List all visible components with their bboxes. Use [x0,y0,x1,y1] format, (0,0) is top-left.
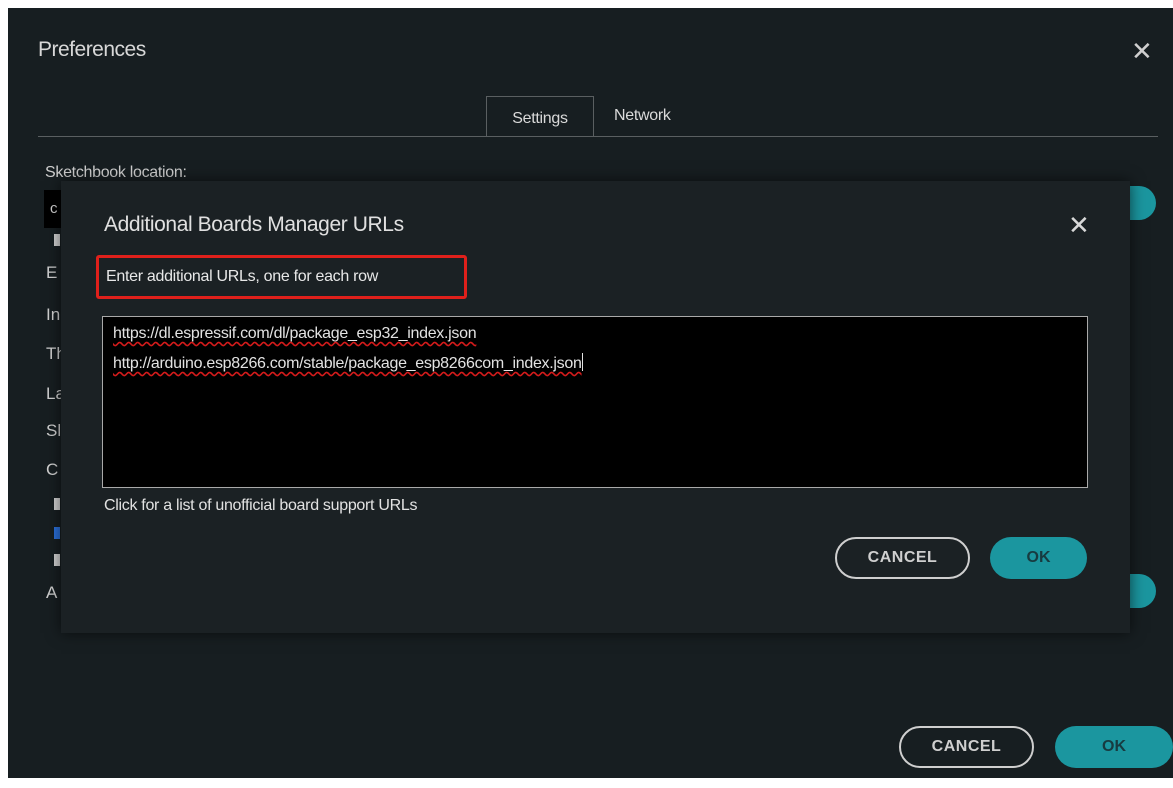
text-caret [581,353,583,371]
tab-divider [38,136,1158,137]
checkbox[interactable] [54,234,60,246]
setting-label-partial: Sl [46,421,62,440]
ok-button[interactable]: OK [1055,726,1173,768]
additional-urls-dialog: Additional Boards Manager URLs ✕ Enter a… [61,181,1130,633]
checkbox-checked[interactable] [54,527,60,539]
ok-button[interactable]: OK [990,537,1087,579]
setting-label-partial: In [46,305,61,324]
close-icon[interactable]: ✕ [1068,212,1090,238]
tab-network[interactable]: Network [614,107,671,125]
setting-label-partial: E [46,263,58,282]
urls-textarea[interactable]: https://dl.espressif.com/dl/package_esp3… [102,316,1088,488]
cancel-button[interactable]: CANCEL [899,726,1034,768]
browse-button[interactable] [1126,186,1156,220]
preferences-title: Preferences [38,38,146,61]
url-line: https://dl.espressif.com/dl/package_esp3… [113,325,477,342]
setting-label-partial: C [46,460,59,479]
setting-label-partial: A [46,583,58,602]
checkbox[interactable] [54,498,60,510]
instruction-text: Enter additional URLs, one for each row [96,255,467,299]
sketchbook-location-label: Sketchbook location: [45,164,187,181]
tab-settings[interactable]: Settings [486,96,594,137]
checkbox[interactable] [54,554,60,566]
dialog-title: Additional Boards Manager URLs [104,213,404,236]
cancel-button[interactable]: CANCEL [835,537,970,579]
urls-edit-button[interactable] [1126,574,1156,608]
url-line: http://arduino.esp8266.com/stable/packag… [113,353,583,372]
close-icon[interactable]: ✕ [1131,38,1153,64]
unofficial-urls-link[interactable]: Click for a list of unofficial board sup… [104,497,417,515]
